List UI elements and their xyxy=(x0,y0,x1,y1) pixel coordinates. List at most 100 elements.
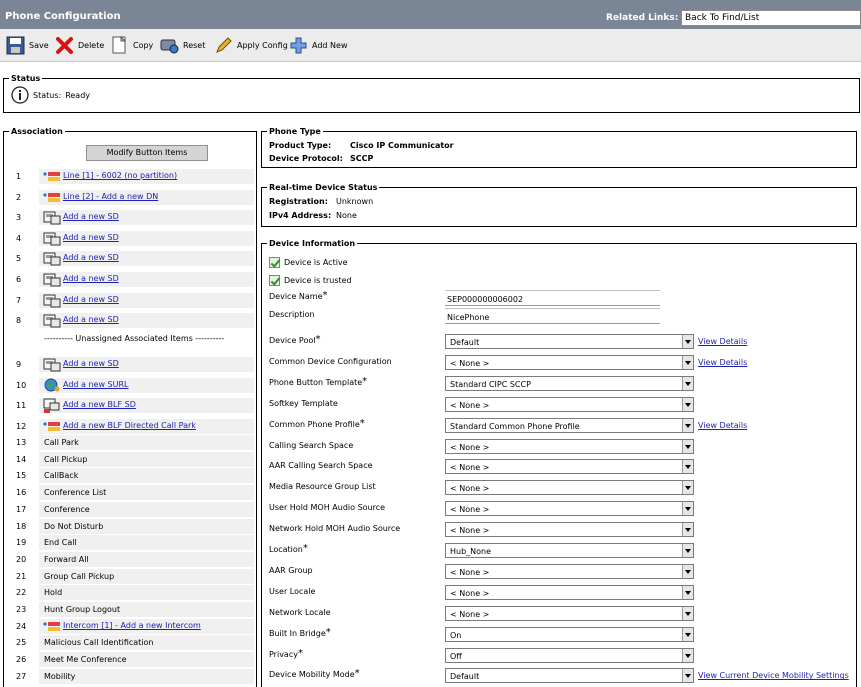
chevron-down-icon[interactable] xyxy=(682,606,693,620)
chevron-down-icon[interactable] xyxy=(682,585,693,599)
chevron-down-icon[interactable] xyxy=(682,439,693,453)
required-marker: * xyxy=(302,543,308,554)
location-label-text: Location xyxy=(269,545,303,554)
association-row-number: 13 xyxy=(16,438,27,447)
chevron-down-icon[interactable] xyxy=(682,481,693,495)
association-link[interactable]: Line [2] - Add a new DN xyxy=(63,192,158,201)
association-row-number: 12 xyxy=(16,421,27,431)
association-row[interactable]: 2 Line [2] - Add a new DN xyxy=(7,189,254,205)
association-link[interactable]: Intercom [1] - Add a new Intercom xyxy=(63,621,201,630)
association-link[interactable]: Add a new SD xyxy=(63,315,119,324)
association-row[interactable]: 12 Add a new BLF Directed Call Park xyxy=(7,418,254,434)
association-row[interactable]: 5 Add a new SD xyxy=(7,251,254,267)
description-input[interactable]: NicePhone xyxy=(445,308,660,324)
chevron-down-icon[interactable] xyxy=(682,460,693,474)
phone-button-template-select[interactable]: Standard CIPC SCCP xyxy=(445,375,694,391)
chevron-down-icon[interactable] xyxy=(682,335,693,348)
association-row[interactable]: 8 Add a new SD xyxy=(7,313,254,329)
association-row[interactable]: 6 Add a new SD xyxy=(7,272,254,287)
association-link[interactable]: Add a new BLF SD xyxy=(63,400,136,409)
association-row[interactable]: 24 Intercom [1] - Add a new Intercom xyxy=(7,618,254,634)
chevron-down-icon[interactable] xyxy=(682,627,693,641)
softkey-template-value: < None > xyxy=(450,400,490,410)
chevron-down-icon[interactable] xyxy=(682,648,693,662)
aar-calling-search-space-select[interactable]: < None > xyxy=(445,459,694,475)
reset-button[interactable]: Reset xyxy=(160,34,205,56)
association-row[interactable]: 1 Line [1] - 6002 (no partition) xyxy=(7,169,254,184)
line-icon xyxy=(43,172,60,181)
common-device-configuration-select[interactable]: < None > xyxy=(445,354,694,370)
association-link[interactable]: Add a new SD xyxy=(63,274,119,283)
association-row-number: 11 xyxy=(16,401,27,411)
chevron-down-icon[interactable] xyxy=(682,564,693,578)
calling-search-space-select[interactable]: < None > xyxy=(445,438,694,454)
built-in-bridge-select[interactable]: On xyxy=(445,626,694,642)
chevron-down-icon[interactable] xyxy=(682,502,693,516)
common-device-configuration-view-details-link[interactable]: View Details xyxy=(698,358,747,367)
chevron-down-icon[interactable] xyxy=(682,376,693,390)
location-select[interactable]: Hub_None xyxy=(445,543,694,558)
apply-config-label: Apply Config xyxy=(237,40,288,50)
device-mobility-mode-select[interactable]: Default xyxy=(445,668,694,684)
device-active-checkbox[interactable]: Device is Active xyxy=(269,257,348,268)
chevron-down-icon[interactable] xyxy=(682,669,693,683)
association-link[interactable]: Add a new BLF Directed Call Park xyxy=(63,421,196,430)
association-row[interactable]: 11 Add a new BLF SD xyxy=(7,398,254,414)
copy-button[interactable]: Copy xyxy=(110,34,153,56)
aar-calling-search-space-value: < None > xyxy=(450,463,490,473)
device-pool-view-details-link[interactable]: View Details xyxy=(698,337,747,346)
aar-calling-search-space-label-text: AAR Calling Search Space xyxy=(269,461,373,471)
user-hold-moh-audio-source-select[interactable]: < None > xyxy=(445,501,694,517)
save-button[interactable]: Save xyxy=(6,34,49,56)
association-row[interactable]: 7 Add a new SD xyxy=(7,292,254,308)
chevron-down-icon[interactable] xyxy=(682,523,693,537)
network-hold-moh-audio-source-select[interactable]: < None > xyxy=(445,522,694,538)
association-row[interactable]: 10 Add a new SURL xyxy=(7,377,254,393)
association-label: Conference xyxy=(44,504,90,514)
privacy-select[interactable]: Off xyxy=(445,647,694,663)
common-phone-profile-view-details-link[interactable]: View Details xyxy=(698,421,747,430)
toolbar: Save Delete Copy Reset Apply Config Add … xyxy=(0,29,861,62)
device-mobility-mode-label: Device Mobility Mode* xyxy=(269,669,360,680)
association-link[interactable]: Add a new SD xyxy=(63,253,119,262)
association-link[interactable]: Add a new SURL xyxy=(63,380,129,389)
association-link[interactable]: Add a new SD xyxy=(63,295,119,304)
association-row: 21 Group Call Pickup xyxy=(7,568,254,584)
device-trusted-checkbox[interactable]: Device is trusted xyxy=(269,275,352,286)
phone-type-legend: Phone Type xyxy=(269,127,321,136)
association-row-number: 21 xyxy=(16,571,27,581)
chevron-down-icon[interactable] xyxy=(682,355,693,369)
association-row[interactable]: 4 Add a new SD xyxy=(7,230,254,246)
common-phone-profile-select[interactable]: Standard Common Phone Profile xyxy=(445,417,694,433)
device-pool-select[interactable]: Default xyxy=(445,334,694,349)
association-label: Mobility xyxy=(44,671,76,681)
delete-button[interactable]: Delete xyxy=(55,34,104,56)
location-value: Hub_None xyxy=(450,547,492,556)
chevron-down-icon[interactable] xyxy=(682,397,693,411)
user-locale-select[interactable]: < None > xyxy=(445,584,694,600)
modify-button-items-button[interactable]: Modify Button Items xyxy=(86,145,208,161)
softkey-template-select[interactable]: < None > xyxy=(445,396,694,412)
related-links-label: Related Links: xyxy=(606,13,679,23)
association-row-number: 24 xyxy=(16,621,27,631)
association-link[interactable]: Add a new SD xyxy=(63,212,119,221)
related-links-select[interactable]: Back To Find/List xyxy=(681,10,861,26)
association-link[interactable]: Line [1] - 6002 (no partition) xyxy=(63,171,177,180)
media-resource-group-list-label: Media Resource Group List xyxy=(269,482,376,491)
add-new-button[interactable]: Add New xyxy=(289,34,347,56)
media-resource-group-list-select[interactable]: < None > xyxy=(445,480,694,496)
registration-label: Registration: xyxy=(269,197,328,206)
association-row[interactable]: 3 Add a new SD xyxy=(7,210,254,226)
aar-group-select[interactable]: < None > xyxy=(445,563,694,579)
media-resource-group-list-value: < None > xyxy=(450,484,490,494)
association-row[interactable]: 9 Add a new SD xyxy=(7,357,254,372)
association-link[interactable]: Add a new SD xyxy=(63,233,119,242)
view-device-mobility-settings-link[interactable]: View Current Device Mobility Settings xyxy=(698,671,849,680)
reset-icon xyxy=(160,39,179,53)
device-name-input[interactable]: SEP000000006002 xyxy=(445,290,660,306)
chevron-down-icon[interactable] xyxy=(682,418,693,432)
association-link[interactable]: Add a new SD xyxy=(63,359,119,368)
network-locale-select[interactable]: < None > xyxy=(445,605,694,621)
apply-config-button[interactable]: Apply Config xyxy=(214,34,288,56)
chevron-down-icon[interactable] xyxy=(682,544,693,557)
